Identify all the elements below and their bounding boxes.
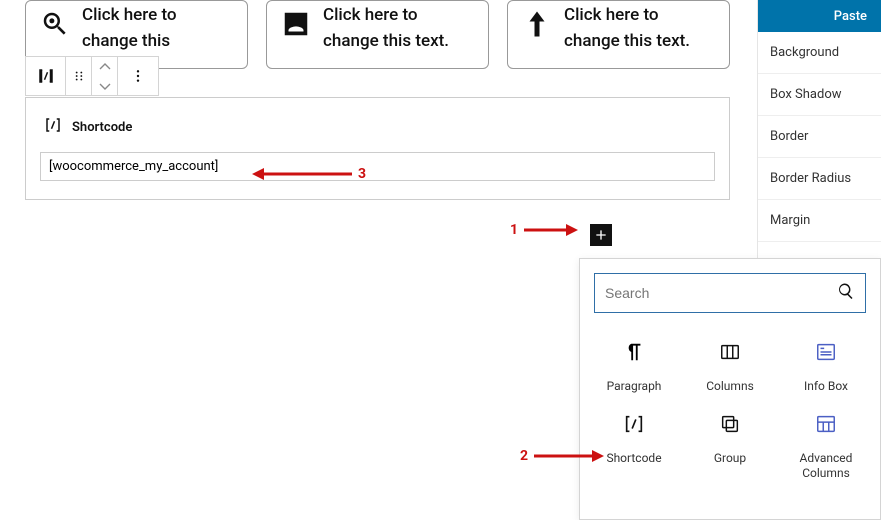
info-box-icon xyxy=(815,341,837,367)
paragraph-icon xyxy=(623,341,645,367)
shortcode-label: Shortcode xyxy=(72,120,132,135)
block-inserter-panel: Paragraph Columns Info Box Shortcode Gro… xyxy=(579,258,881,520)
shortcode-block[interactable]: Shortcode xyxy=(25,97,730,200)
block-label: Paragraph xyxy=(607,379,662,395)
block-label: Columns xyxy=(706,379,754,395)
annotation-number: 3 xyxy=(358,166,366,182)
block-toolbar xyxy=(25,56,159,96)
arrow-left-icon xyxy=(252,167,352,181)
block-columns[interactable]: Columns xyxy=(686,337,774,399)
tab-paste[interactable]: Paste xyxy=(834,9,867,24)
annotation-number: 2 xyxy=(520,448,528,464)
shortcode-input[interactable] xyxy=(40,152,715,181)
sidebar-item-margin[interactable]: Margin xyxy=(758,200,881,242)
shortcode-icon xyxy=(44,116,62,138)
block-label: Group xyxy=(714,451,746,467)
columns-icon xyxy=(719,341,741,367)
annotation-1: 1 xyxy=(510,222,578,238)
block-paragraph[interactable]: Paragraph xyxy=(590,337,678,399)
move-down-button[interactable] xyxy=(99,76,111,95)
sidebar-item-border-radius[interactable]: Border Radius xyxy=(758,158,881,200)
advanced-columns-icon xyxy=(815,413,837,439)
block-advanced-columns[interactable]: Advanced Columns xyxy=(782,409,870,486)
annotation-number: 1 xyxy=(510,222,518,238)
search-input[interactable] xyxy=(605,285,837,301)
arrow-up-icon xyxy=(522,9,552,43)
drag-handle-icon[interactable] xyxy=(66,57,92,95)
more-options-button[interactable] xyxy=(118,57,158,95)
block-label: Shortcode xyxy=(606,451,661,467)
block-label: Info Box xyxy=(804,379,848,395)
info-box-text[interactable]: Click here to change this xyxy=(82,3,233,54)
toolbar-block-type-icon[interactable] xyxy=(26,57,66,95)
annotation-3: 3 xyxy=(252,166,366,182)
sidebar-item-box-shadow[interactable]: Box Shadow xyxy=(758,74,881,116)
arrow-right-icon xyxy=(534,449,604,463)
settings-sidebar: Paste Background Box Shadow Border Borde… xyxy=(757,0,881,260)
sidebar-item-background[interactable]: Background xyxy=(758,32,881,74)
shortcode-icon xyxy=(623,413,645,439)
block-info-box[interactable]: Info Box xyxy=(782,337,870,399)
group-icon xyxy=(719,413,741,439)
move-up-button[interactable] xyxy=(99,57,111,76)
info-box-up[interactable]: Click here to change this text. xyxy=(507,0,730,69)
search-icon xyxy=(837,282,855,304)
location-icon xyxy=(40,9,70,43)
info-box-text[interactable]: Click here to change this text. xyxy=(323,3,474,54)
contact-icon xyxy=(281,9,311,43)
info-box-contact[interactable]: Click here to change this text. xyxy=(266,0,489,69)
block-label: Advanced Columns xyxy=(784,451,868,482)
annotation-2: 2 xyxy=(520,448,604,464)
sidebar-item-border[interactable]: Border xyxy=(758,116,881,158)
info-box-text[interactable]: Click here to change this text. xyxy=(564,3,715,54)
block-group[interactable]: Group xyxy=(686,409,774,486)
add-block-button[interactable] xyxy=(590,224,612,246)
sidebar-tabs: Paste xyxy=(758,0,881,32)
arrow-right-icon xyxy=(524,223,578,237)
